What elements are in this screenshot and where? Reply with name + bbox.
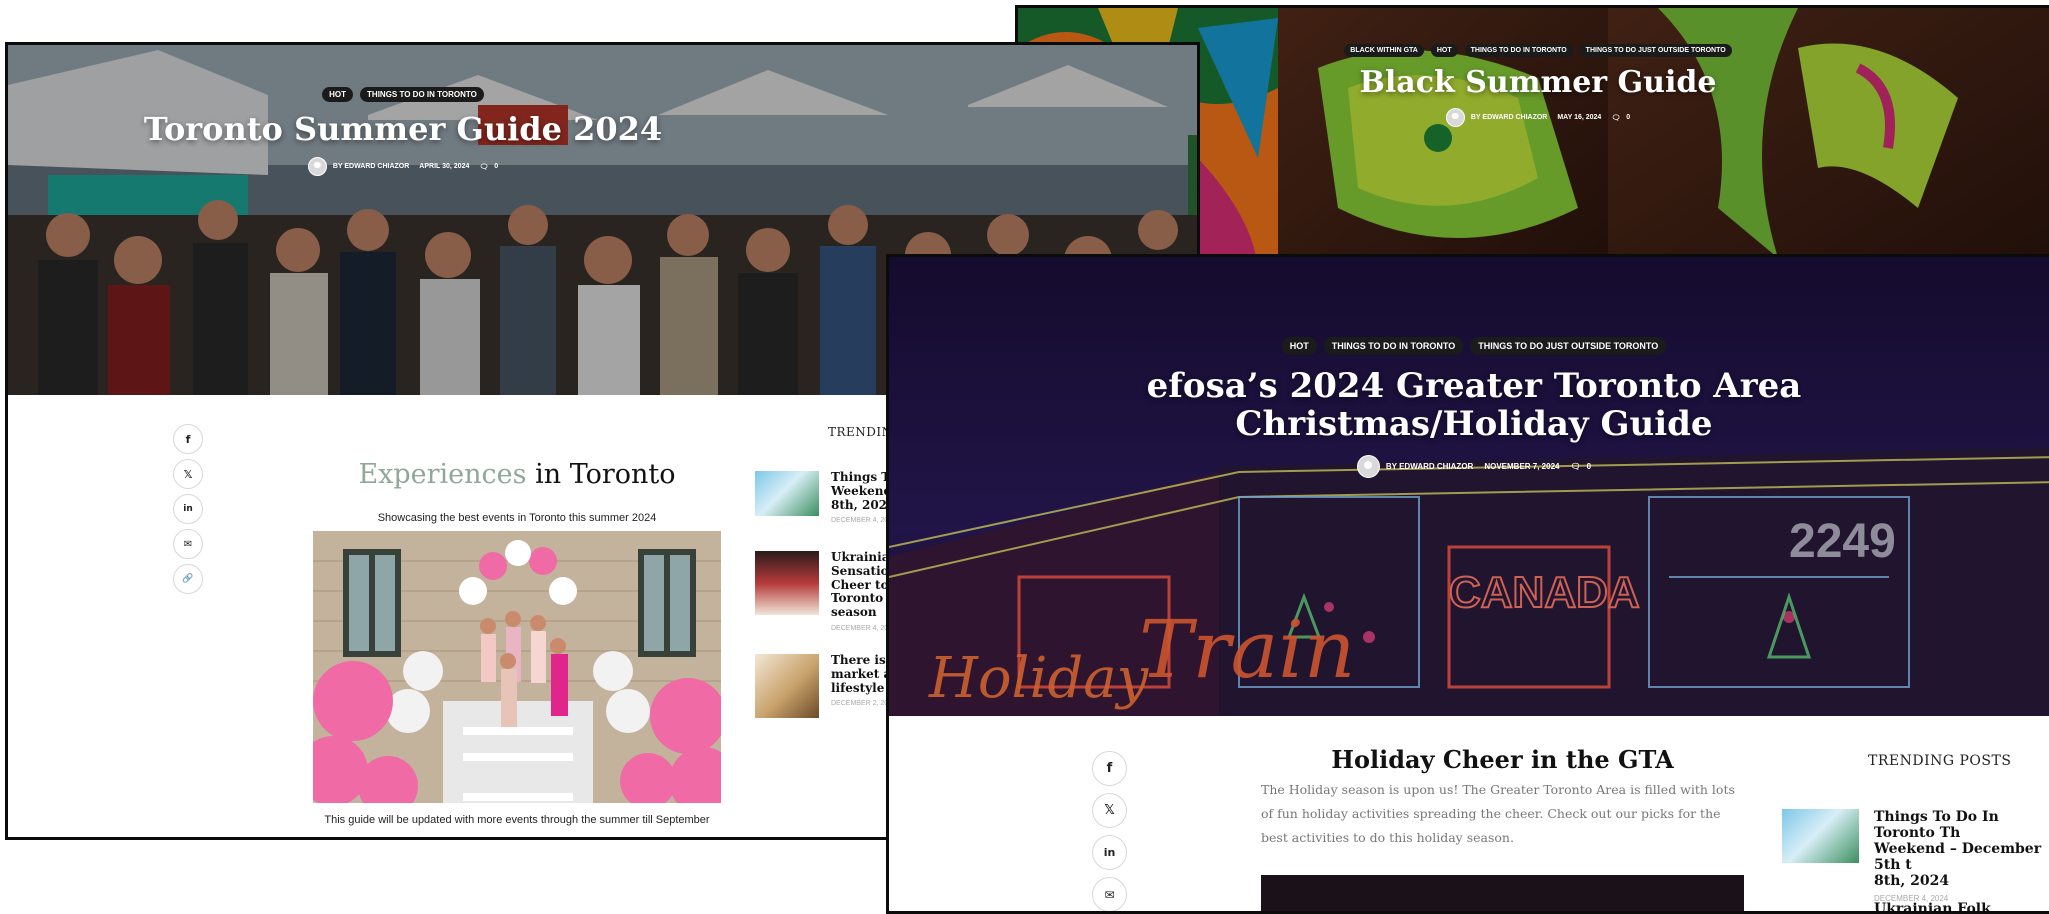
author-name[interactable]: BY EDWARD CHIAZOR: [333, 163, 409, 170]
trending-post[interactable]: There is a market at lifestyle de DECEMB…: [755, 653, 905, 718]
tag[interactable]: THINGS TO DO JUST OUTSIDE TORONTO: [1579, 44, 1732, 57]
post-date: NOVEMBER 7, 2024: [1484, 462, 1560, 472]
tag[interactable]: HOT: [322, 87, 354, 102]
linkedin-share-button[interactable]: in: [173, 494, 203, 524]
email-icon: ✉: [1104, 887, 1115, 902]
trending-thumbnail[interactable]: [755, 654, 819, 718]
comment-icon[interactable]: 🗨: [1611, 114, 1620, 122]
author-avatar: [1445, 108, 1465, 127]
linkedin-share-button[interactable]: in: [1092, 835, 1127, 870]
holiday-hero[interactable]: Holiday Train CANADA 2249 HOT THINGS TO …: [889, 257, 2049, 716]
balloon-event-photo: [313, 531, 721, 803]
trending-post[interactable]: Things To Do In Toronto Th Weekend – Dec…: [1782, 809, 2049, 903]
heading-accent: Experiences: [358, 459, 527, 490]
toronto-hero-text: HOT THINGS TO DO IN TORONTO Toronto Summ…: [8, 87, 798, 176]
facebook-icon: f: [185, 432, 191, 446]
comment-icon[interactable]: 🗨: [1570, 462, 1580, 471]
holiday-train-image: Holiday Train CANADA 2249: [889, 257, 2049, 716]
copy-link-button[interactable]: 🔗: [173, 564, 203, 594]
post-meta: BY EDWARD CHIAZOR NOVEMBER 7, 2024 🗨 0: [889, 455, 2049, 479]
trending-post[interactable]: Things To Weekend – 8th, 2024 DECEMBER 4…: [755, 470, 902, 524]
tag[interactable]: HOT: [1281, 337, 1317, 355]
tag[interactable]: THINGS TO DO IN TORONTO: [1464, 44, 1573, 57]
post-date: MAY 16, 2024: [1557, 114, 1602, 121]
x-twitter-icon: 𝕏: [183, 467, 193, 481]
share-buttons: f 𝕏 in ✉ 🔗: [173, 424, 203, 594]
post-title-line[interactable]: Christmas/Holiday Guide: [1235, 404, 1712, 444]
author-name[interactable]: BY EDWARD CHIAZOR: [1386, 462, 1473, 471]
comment-count[interactable]: 0: [1587, 462, 1591, 471]
linkedin-icon: in: [183, 504, 193, 514]
tag[interactable]: THINGS TO DO JUST OUTSIDE TORONTO: [1470, 337, 1667, 355]
holiday-hero-text: HOT THINGS TO DO IN TORONTO THINGS TO DO…: [889, 337, 2049, 479]
section-heading: Experiences in Toronto: [313, 459, 721, 490]
trending-title[interactable]: Ukrainian Folk Singing Gr: [1874, 901, 2049, 911]
trending-post[interactable]: Ukrainian Folk Singing Gr: [1874, 901, 2049, 911]
email-share-button[interactable]: ✉: [173, 529, 203, 559]
intro-paragraph: The Holiday season is upon us! The Great…: [1261, 782, 1735, 845]
author-name[interactable]: BY EDWARD CHIAZOR: [1471, 114, 1547, 121]
category-tags: HOT THINGS TO DO IN TORONTO THINGS TO DO…: [889, 337, 2049, 355]
tag[interactable]: THINGS TO DO IN TORONTO: [360, 87, 484, 102]
link-icon: 🔗: [182, 574, 194, 584]
trending-title[interactable]: Things To Do In Toronto Th Weekend – Dec…: [1874, 809, 2049, 889]
trending-heading: TRENDING POSTS: [1868, 753, 2012, 769]
share-buttons: f 𝕏 in ✉: [1092, 751, 1127, 911]
post-title[interactable]: efosa’s 2024 Greater Toronto Area Christ…: [889, 367, 2049, 443]
trending-thumbnail[interactable]: [1782, 809, 1859, 863]
section-subtitle: Showcasing the best events in Toronto th…: [377, 512, 657, 524]
x-share-button[interactable]: 𝕏: [173, 459, 203, 489]
x-share-button[interactable]: 𝕏: [1092, 793, 1127, 828]
facebook-share-button[interactable]: f: [1092, 751, 1127, 786]
post-title[interactable]: Toronto Summer Guide 2024: [8, 110, 798, 148]
linkedin-icon: in: [1103, 846, 1116, 859]
trending-thumbnail[interactable]: [755, 471, 819, 516]
category-tags: HOT THINGS TO DO IN TORONTO: [8, 87, 798, 102]
section-heading: Holiday Cheer in the GTA: [1331, 745, 1674, 774]
trending-post[interactable]: Ukrainian Sensation Cheer to a Toronto A…: [755, 550, 901, 632]
photo-caption: This guide will be updated with more eve…: [324, 814, 710, 826]
comment-count[interactable]: 0: [494, 163, 498, 170]
tag[interactable]: HOT: [1430, 44, 1458, 57]
section-image: [1261, 875, 1744, 911]
heading-rest: in Toronto: [535, 459, 676, 490]
comment-icon[interactable]: 🗨: [479, 163, 488, 171]
trending-thumbnail[interactable]: [755, 551, 819, 615]
email-icon: ✉: [183, 538, 193, 550]
tag[interactable]: THINGS TO DO IN TORONTO: [1323, 337, 1464, 355]
author-avatar: [307, 157, 327, 176]
facebook-share-button[interactable]: f: [173, 424, 203, 454]
comment-count[interactable]: 0: [1626, 114, 1630, 121]
x-twitter-icon: 𝕏: [1104, 803, 1115, 818]
tag[interactable]: BLACK WITHIN GTA: [1344, 44, 1424, 57]
facebook-icon: f: [1106, 761, 1113, 776]
post-title-line[interactable]: efosa’s 2024 Greater Toronto Area: [1147, 366, 1802, 406]
author-avatar: [1356, 455, 1380, 479]
post-date: APRIL 30, 2024: [419, 163, 470, 170]
holiday-guide-card: Holiday Train CANADA 2249 HOT THINGS TO …: [886, 254, 2049, 914]
post-meta: BY EDWARD CHIAZOR APRIL 30, 2024 🗨 0: [8, 157, 798, 176]
